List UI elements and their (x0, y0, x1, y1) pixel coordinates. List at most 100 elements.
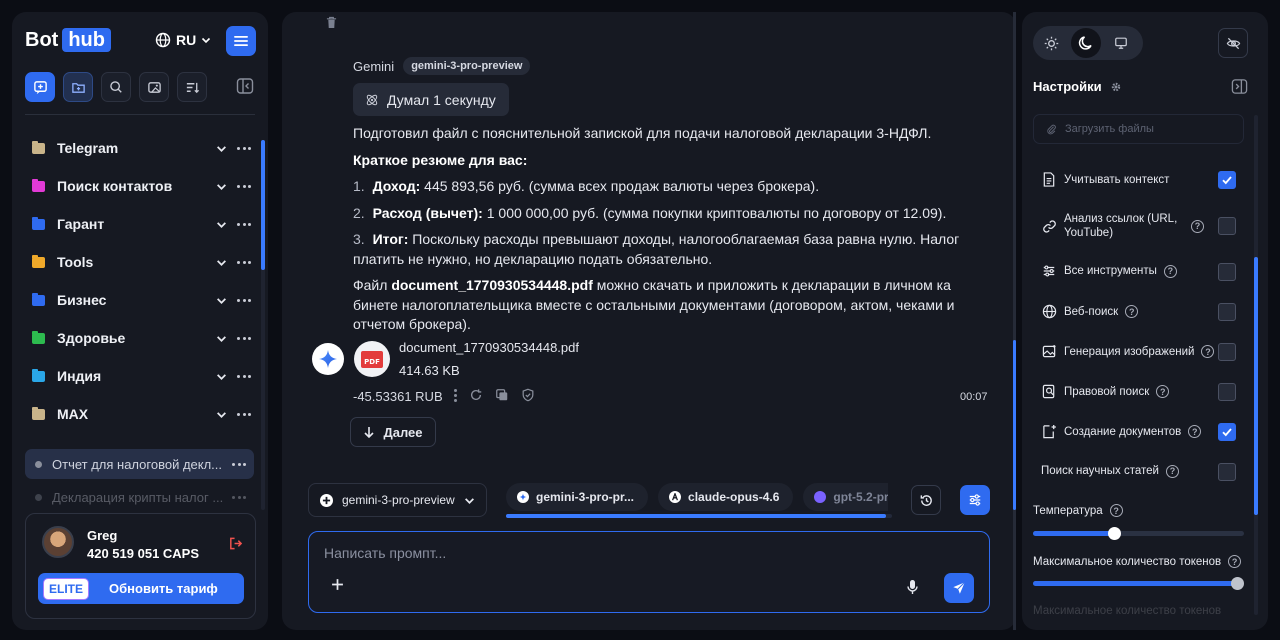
summary-item: 2. Расход (вычет): 1 000 000,00 руб. (су… (353, 204, 983, 224)
help-icon[interactable]: ? (1125, 305, 1139, 318)
regenerate-icon[interactable] (469, 388, 483, 402)
upgrade-plan-button[interactable]: ELITE Обновить тариф (38, 573, 244, 604)
tabs-scrollbar-thumb[interactable] (506, 514, 886, 518)
more-icon[interactable] (232, 495, 246, 499)
more-icon[interactable] (237, 222, 251, 226)
folder-item[interactable]: Telegram (25, 129, 257, 167)
gallery-button[interactable] (139, 72, 169, 102)
option-checkbox[interactable] (1218, 423, 1236, 441)
atom-icon (366, 94, 378, 105)
model-tab[interactable]: gemini-3-pro-pr... (506, 483, 649, 511)
folder-item[interactable]: Индия (25, 357, 257, 395)
system-theme-button[interactable] (1106, 28, 1136, 58)
chevron-down-icon[interactable] (216, 409, 227, 420)
help-icon[interactable]: ? (1163, 264, 1177, 278)
slider-knob[interactable] (1108, 527, 1121, 540)
logo[interactable]: Bot hub (25, 28, 111, 52)
logout-button[interactable] (228, 536, 243, 551)
language-select[interactable]: RU (155, 32, 211, 48)
help-icon[interactable]: ? (1201, 345, 1215, 358)
chat-dot-icon (35, 493, 42, 501)
settings-scrollbar-thumb[interactable] (1254, 257, 1258, 515)
chat-item[interactable]: Отчет для налоговой декл... (25, 449, 254, 479)
slider-knob[interactable] (1231, 577, 1244, 590)
chevron-down-icon[interactable] (216, 295, 227, 306)
light-theme-button[interactable] (1036, 28, 1066, 58)
temperature-slider[interactable] (1033, 527, 1244, 540)
chevron-down-icon[interactable] (216, 333, 227, 344)
sort-button[interactable] (177, 72, 207, 102)
folder-item[interactable]: Гарант (25, 205, 257, 243)
chat-item[interactable]: Декларация крипты налог ... (25, 482, 254, 512)
help-icon[interactable]: ? (1191, 219, 1204, 233)
help-icon[interactable]: ? (1156, 385, 1170, 398)
help-icon[interactable]: ? (1188, 425, 1202, 438)
more-icon[interactable] (237, 336, 251, 340)
menu-button[interactable] (226, 26, 256, 56)
sidebar-scrollbar-thumb[interactable] (261, 140, 265, 270)
prompt-input[interactable] (324, 542, 884, 564)
next-button[interactable]: Далее (350, 417, 436, 447)
chevron-down-icon[interactable] (216, 371, 227, 382)
new-chat-button[interactable] (25, 72, 55, 102)
option-checkbox[interactable] (1218, 263, 1236, 281)
chevron-down-icon[interactable] (216, 219, 227, 230)
new-folder-button[interactable] (63, 72, 93, 102)
more-icon[interactable] (237, 412, 251, 416)
more-icon[interactable] (232, 462, 246, 466)
model-tab[interactable]: claude-opus-4.6 (658, 483, 794, 511)
chevron-down-icon[interactable] (216, 181, 227, 192)
chat-scrollbar-thumb[interactable] (1013, 340, 1016, 510)
copy-icon[interactable] (495, 388, 509, 402)
model-select[interactable]: gemini-3-pro-preview (308, 483, 487, 517)
more-icon[interactable] (237, 184, 251, 188)
collapse-sidebar-button[interactable] (236, 77, 254, 95)
file-paragraph: Файл document_1770930534448.pdf можно ск… (353, 276, 983, 335)
voice-input-button[interactable] (906, 579, 919, 595)
upload-files-button[interactable]: Загрузить файлы (1033, 114, 1244, 144)
option-checkbox[interactable] (1218, 383, 1236, 401)
user-name: Greg (87, 528, 118, 543)
more-icon[interactable] (237, 146, 251, 150)
delete-message-button[interactable] (326, 16, 337, 29)
hide-panel-button[interactable] (1218, 28, 1248, 58)
option-checkbox[interactable] (1218, 463, 1236, 481)
pdf-file-icon[interactable]: PDF (354, 341, 390, 377)
avatar[interactable] (42, 526, 74, 558)
option-checkbox[interactable] (1218, 171, 1236, 189)
sidebar-toolbar (25, 72, 207, 102)
send-button[interactable] (944, 573, 974, 603)
folder-item[interactable]: Здоровье (25, 319, 257, 357)
chevron-down-icon[interactable] (216, 143, 227, 154)
help-icon[interactable]: ? (1109, 504, 1123, 517)
more-vertical-icon[interactable] (454, 388, 457, 402)
folder-item[interactable]: Поиск контактов (25, 167, 257, 205)
option-checkbox[interactable] (1218, 303, 1236, 321)
dark-theme-button[interactable] (1071, 28, 1101, 58)
folder-item[interactable]: Tools (25, 243, 257, 281)
history-button[interactable] (911, 485, 941, 515)
collapse-settings-button[interactable] (1231, 78, 1248, 95)
tune-settings-button[interactable] (960, 485, 990, 515)
more-icon[interactable] (237, 260, 251, 264)
chat-scrollbar[interactable] (1013, 12, 1016, 630)
gear-icon[interactable] (1110, 81, 1122, 93)
option-label: Генерация изображений (1064, 345, 1195, 358)
option-checkbox[interactable] (1218, 343, 1236, 361)
help-icon[interactable]: ? (1228, 555, 1242, 568)
document-icon (1043, 172, 1055, 187)
chevron-down-icon[interactable] (216, 257, 227, 268)
folder-item[interactable]: Бизнес (25, 281, 257, 319)
help-icon[interactable]: ? (1165, 464, 1179, 478)
max-tokens-slider[interactable] (1033, 577, 1244, 590)
option-checkbox[interactable] (1218, 217, 1236, 235)
folder-item[interactable]: MAX (25, 395, 257, 433)
shield-check-icon[interactable] (521, 388, 535, 402)
more-icon[interactable] (237, 298, 251, 302)
attach-button[interactable] (331, 578, 344, 591)
search-button[interactable] (101, 72, 131, 102)
attachment-name[interactable]: document_1770930534448.pdf (399, 340, 579, 355)
more-icon[interactable] (237, 374, 251, 378)
model-tab[interactable]: gpt-5.2-pro (803, 483, 888, 511)
thinking-toggle[interactable]: Думал 1 секунду (353, 83, 509, 116)
